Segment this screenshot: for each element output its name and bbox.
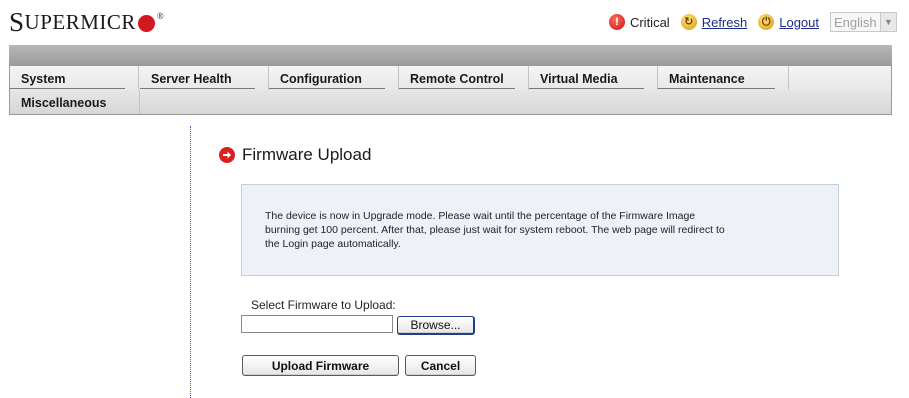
select-firmware-label: Select Firmware to Upload: bbox=[251, 298, 396, 312]
top-toolbar: ! Critical ↻ Refresh ⏻ Logout English ▼ bbox=[608, 11, 897, 33]
menu-item-label: Miscellaneous bbox=[21, 96, 107, 110]
header-band bbox=[9, 45, 892, 66]
status-critical[interactable]: ! Critical bbox=[608, 14, 670, 30]
cancel-button[interactable]: Cancel bbox=[405, 355, 476, 376]
menu-item-label: Server Health bbox=[151, 72, 232, 86]
menu-underline bbox=[529, 88, 644, 89]
refresh-link-wrap[interactable]: ↻ Refresh bbox=[680, 14, 748, 30]
language-value: English bbox=[834, 14, 877, 30]
upgrade-message-box: The device is now in Upgrade mode. Pleas… bbox=[241, 184, 839, 276]
language-select[interactable]: English ▼ bbox=[830, 12, 897, 32]
menu-row-2-bg bbox=[10, 90, 891, 114]
menu-item-label: Maintenance bbox=[669, 72, 745, 86]
supermicro-logo: S UPERMICR ® bbox=[9, 5, 164, 39]
logout-icon: ⏻ bbox=[758, 14, 775, 30]
menu-item-label: Remote Control bbox=[410, 72, 504, 86]
menu-underline bbox=[140, 88, 255, 89]
menu-item-server-health[interactable]: Server Health bbox=[140, 66, 269, 90]
chevron-down-icon[interactable]: ▼ bbox=[880, 13, 896, 31]
menu-underline bbox=[10, 88, 125, 89]
logout-link-wrap[interactable]: ⏻ Logout bbox=[758, 14, 819, 30]
logo-trademark: ® bbox=[156, 11, 165, 21]
critical-alert-icon: ! bbox=[608, 14, 625, 30]
menu-underline bbox=[269, 88, 385, 89]
menu-item-miscellaneous[interactable]: Miscellaneous bbox=[10, 90, 140, 114]
menu-underline bbox=[658, 88, 775, 89]
status-label: Critical bbox=[629, 14, 670, 30]
upload-firmware-button[interactable]: Upload Firmware bbox=[242, 355, 399, 376]
sidebar-divider bbox=[190, 126, 191, 398]
menu-item-remote-control[interactable]: Remote Control bbox=[399, 66, 529, 90]
menu-item-label: System bbox=[21, 72, 66, 86]
logout-link[interactable]: Logout bbox=[779, 15, 819, 30]
main-menu: System Server Health Configuration Remot… bbox=[9, 66, 892, 115]
upgrade-message: The device is now in Upgrade mode. Pleas… bbox=[265, 210, 725, 250]
menu-item-virtual-media[interactable]: Virtual Media bbox=[529, 66, 658, 90]
menu-underline bbox=[399, 88, 515, 89]
logo-text: UPERMICR bbox=[24, 9, 136, 34]
menu-item-maintenance[interactable]: Maintenance bbox=[658, 66, 789, 90]
logo-dot bbox=[137, 14, 155, 32]
refresh-link[interactable]: Refresh bbox=[702, 15, 748, 30]
arrow-right-circle-icon bbox=[219, 147, 235, 163]
firmware-file-input[interactable] bbox=[241, 315, 393, 333]
page-title: Firmware Upload bbox=[219, 145, 371, 165]
menu-item-system[interactable]: System bbox=[10, 66, 139, 90]
page-title-text: Firmware Upload bbox=[242, 145, 372, 164]
browse-button[interactable]: Browse... bbox=[397, 316, 475, 335]
refresh-icon: ↻ bbox=[680, 14, 697, 30]
menu-item-label: Virtual Media bbox=[540, 72, 618, 86]
menu-item-configuration[interactable]: Configuration bbox=[269, 66, 399, 90]
menu-item-label: Configuration bbox=[280, 72, 362, 86]
logo-initial: S bbox=[9, 6, 25, 37]
